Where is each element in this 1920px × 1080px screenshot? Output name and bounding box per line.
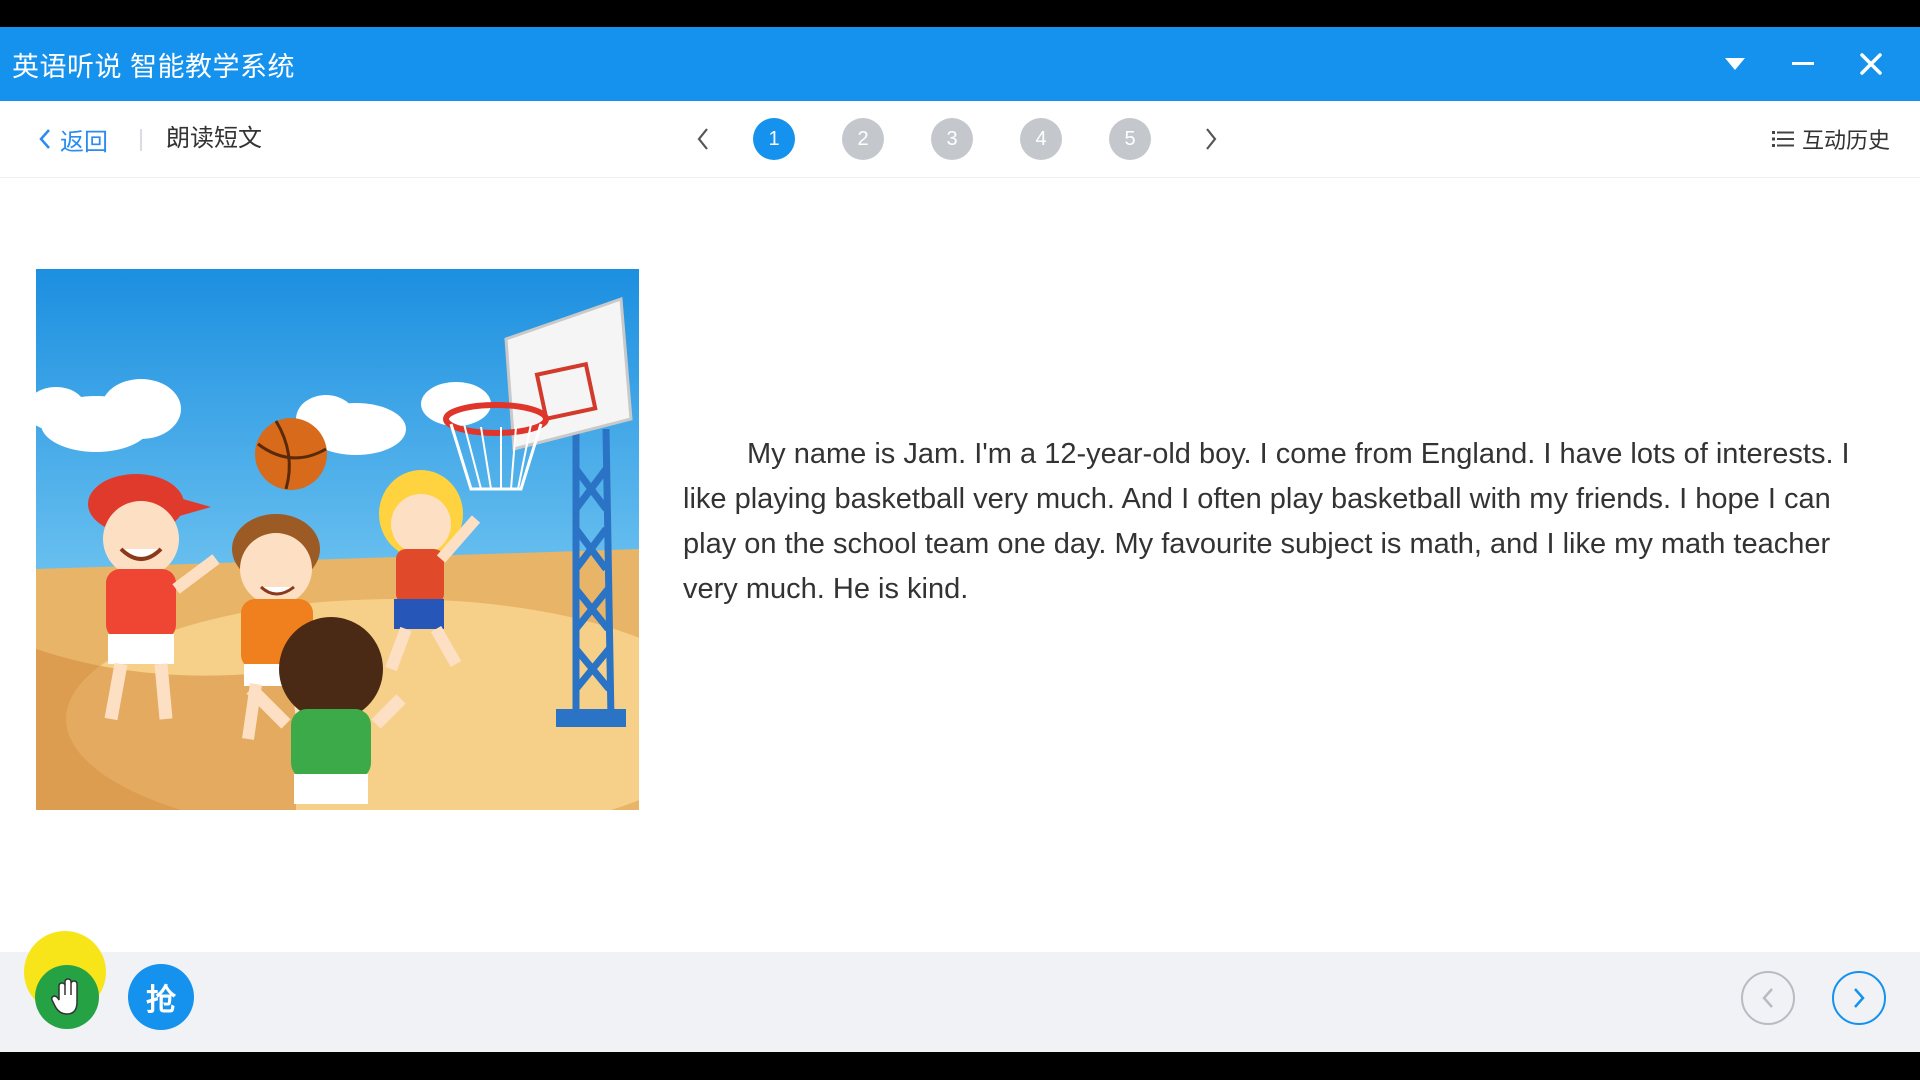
title-bar: 英语听说 智能教学系统 <box>0 27 1920 101</box>
history-label: 互动历史 <box>1801 128 1890 153</box>
page-dot-2[interactable]: 2 <box>842 118 884 160</box>
app-title: 英语听说 智能教学系统 <box>12 51 296 82</box>
dropdown-icon[interactable] <box>1716 45 1754 83</box>
raise-hand-button[interactable] <box>35 965 99 1029</box>
nav-divider <box>140 129 142 151</box>
list-icon <box>1771 131 1794 147</box>
passage-text: My name is Jam. I'm a 12-year-old boy. I… <box>683 438 1850 605</box>
next-question-arrow-icon[interactable] <box>1198 119 1224 159</box>
section-title: 朗读短文 <box>166 125 262 152</box>
app-window: 英语听说 智能教学系统 返回 朗读短文 1 2 3 4 5 互动历史 My na… <box>0 27 1920 1052</box>
back-button[interactable]: 返回 <box>38 101 108 177</box>
prev-page-button[interactable] <box>1741 971 1795 1025</box>
page-dot-4[interactable]: 4 <box>1020 118 1062 160</box>
window-controls <box>1716 27 1890 101</box>
page-indicator: 1 2 3 4 5 <box>690 101 1224 177</box>
nav-bar: 返回 朗读短文 1 2 3 4 5 互动历史 <box>0 101 1920 178</box>
page-dot-3[interactable]: 3 <box>931 118 973 160</box>
reading-passage: My name is Jam. I'm a 12-year-old boy. I… <box>683 432 1883 612</box>
page-dot-5[interactable]: 5 <box>1109 118 1151 160</box>
grab-answer-button[interactable]: 抢 <box>128 964 194 1030</box>
history-button[interactable]: 互动历史 <box>1771 101 1890 177</box>
minimize-icon[interactable] <box>1784 45 1822 83</box>
prev-question-arrow-icon[interactable] <box>690 119 716 159</box>
chevron-left-icon <box>39 129 50 149</box>
close-icon[interactable] <box>1852 45 1890 83</box>
back-label: 返回 <box>60 128 108 156</box>
next-page-button[interactable] <box>1832 971 1886 1025</box>
chevron-left-icon <box>1762 988 1773 1008</box>
chevron-right-icon <box>1854 988 1865 1008</box>
basketball-illustration <box>36 269 639 810</box>
hand-icon <box>51 978 78 1015</box>
page-dot-1[interactable]: 1 <box>753 118 795 160</box>
bottom-toolbar: 抢 <box>0 931 1920 1052</box>
